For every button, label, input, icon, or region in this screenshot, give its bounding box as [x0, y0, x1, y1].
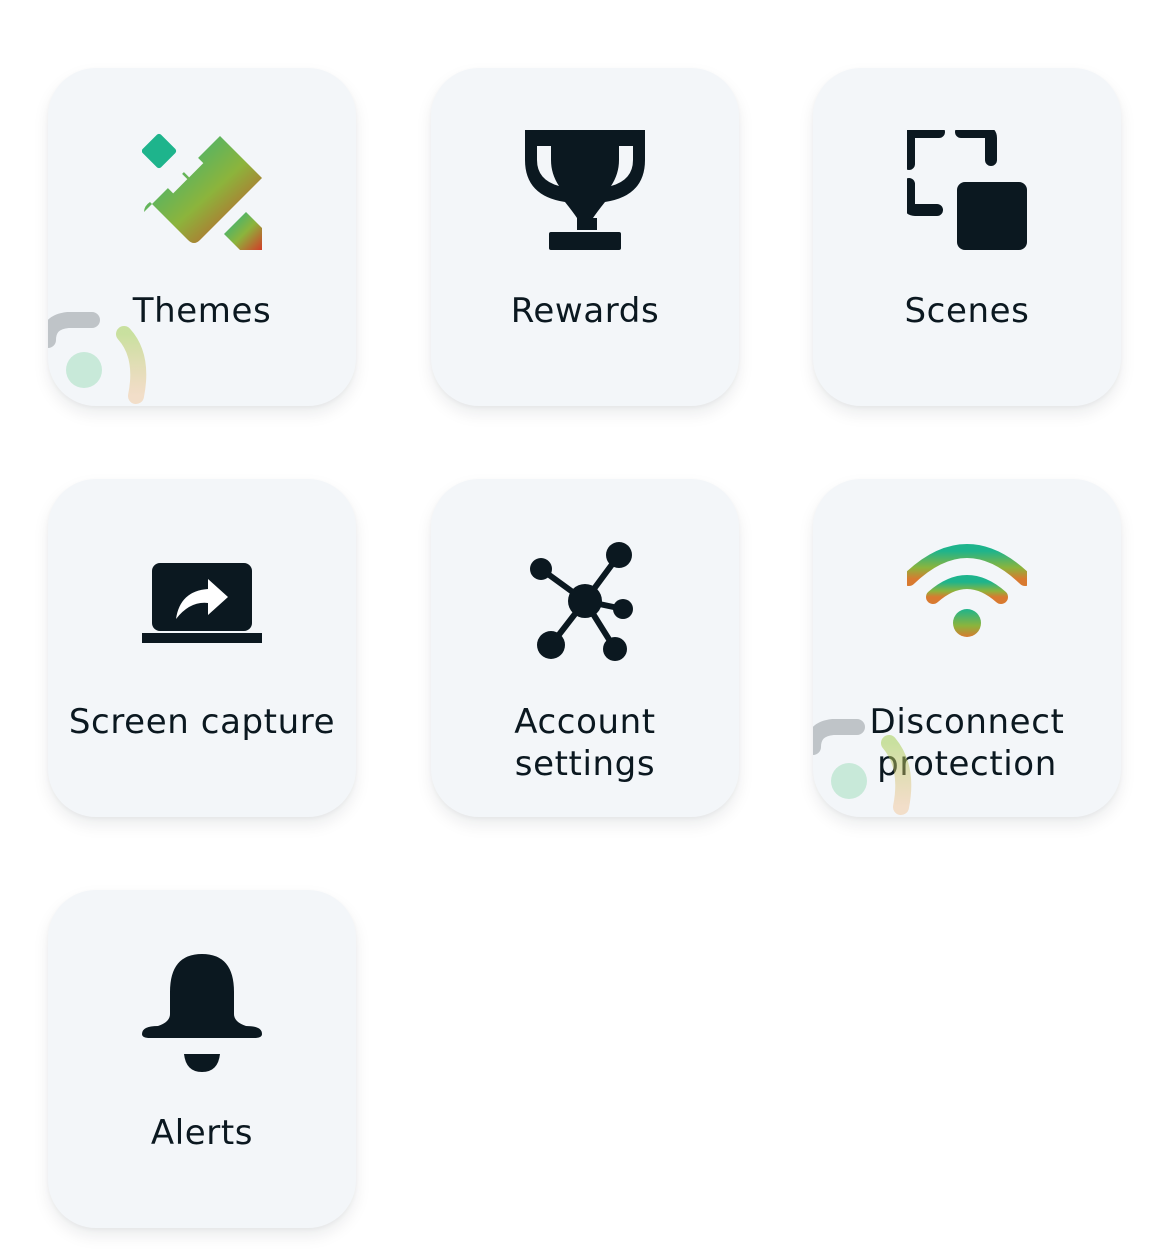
tile-label: Scenes — [904, 291, 1030, 331]
scenes-frame-icon — [907, 130, 1027, 250]
tile-rewards[interactable]: Rewards — [431, 68, 739, 406]
tile-label: Alerts — [150, 1113, 254, 1153]
wifi-icon — [907, 541, 1027, 661]
tile-label: Screen capture — [68, 702, 336, 742]
tile-label: Themes — [132, 291, 272, 331]
network-hub-icon — [525, 541, 645, 661]
tile-themes[interactable]: Themes — [48, 68, 356, 406]
tile-scenes[interactable]: Scenes — [813, 68, 1121, 406]
tile-disconnect-protection[interactable]: Disconnect protection — [813, 479, 1121, 817]
palette-ruler-pencil-icon — [142, 130, 262, 250]
tile-screen-capture[interactable]: Screen capture — [48, 479, 356, 817]
laptop-share-icon — [142, 541, 262, 661]
tile-label: Disconnect protection — [869, 702, 1065, 784]
tile-label: Account settings — [514, 702, 656, 784]
tile-account-settings[interactable]: Account settings — [431, 479, 739, 817]
tile-label: Rewards — [510, 291, 660, 331]
bell-icon — [142, 952, 262, 1072]
tile-alerts[interactable]: Alerts — [48, 890, 356, 1228]
trophy-icon — [525, 130, 645, 250]
